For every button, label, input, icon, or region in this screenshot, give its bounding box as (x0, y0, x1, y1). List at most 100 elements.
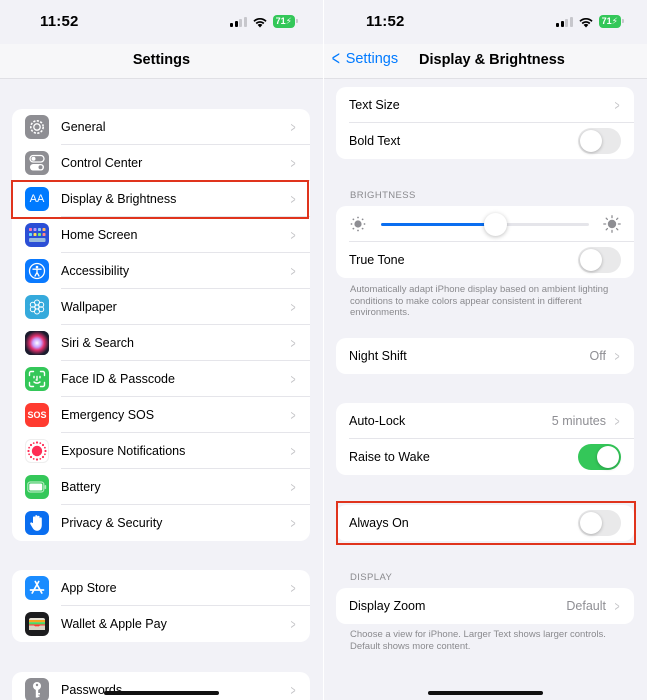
cellular-signal-icon (556, 16, 573, 27)
chevron-right-icon: > (290, 155, 296, 171)
brightness-slider-row (336, 206, 634, 242)
bold-text-row: Bold Text (336, 123, 634, 159)
settings-item-siri-search[interactable]: Siri & Search > (12, 325, 310, 361)
display-header: DISPLAY (350, 572, 393, 583)
back-label: Settings (345, 51, 399, 67)
sos-icon: SOS (25, 403, 49, 427)
display-zoom-group: Display Zoom Default > (336, 588, 634, 624)
hand-icon (25, 511, 49, 535)
home-indicator[interactable] (428, 691, 543, 695)
settings-item-emergency-sos[interactable]: SOS Emergency SOS > (12, 397, 310, 433)
settings-item-general[interactable]: General > (12, 109, 310, 145)
status-bar: 11:52 71⚡ (324, 0, 647, 44)
face-id-icon (25, 367, 49, 391)
settings-item-label: Accessibility (61, 264, 130, 278)
raise-to-wake-row: Raise to Wake (336, 439, 634, 475)
settings-item-label: Control Center (61, 156, 143, 170)
settings-group-main: General > Control Center > AA Display & Brigh… (12, 109, 310, 541)
gear-icon (25, 115, 49, 139)
switches-icon (25, 151, 49, 175)
chevron-right-icon: > (290, 407, 296, 423)
raise-to-wake-toggle[interactable] (578, 444, 621, 470)
back-button[interactable]: < Settings (330, 49, 399, 69)
chevron-right-icon: > (290, 191, 296, 207)
battery-icon (25, 475, 49, 499)
always-on-group: Always On (336, 505, 634, 541)
true-tone-toggle[interactable] (578, 247, 621, 273)
lock-group: Auto-Lock 5 minutes > Raise to Wake (336, 403, 634, 475)
exposure-icon (25, 439, 49, 463)
settings-item-label: Wallpaper (61, 300, 117, 314)
nav-bar: Settings (0, 44, 323, 79)
siri-icon (25, 331, 49, 355)
settings-item-label: Home Screen (61, 228, 138, 242)
settings-item-privacy-security[interactable]: Privacy & Security > (12, 505, 310, 541)
chevron-right-icon: > (290, 371, 296, 387)
settings-item-battery[interactable]: Battery > (12, 469, 310, 505)
chevron-right-icon: > (290, 263, 296, 279)
settings-item-label: General (61, 120, 106, 134)
brightness-header: BRIGHTNESS (350, 190, 416, 201)
always-on-toggle[interactable] (578, 510, 621, 536)
true-tone-description: Automatically adapt iPhone display based… (350, 284, 609, 318)
chevron-right-icon: > (290, 682, 296, 698)
settings-group-passwords: Passwords > (12, 672, 310, 700)
chevron-right-icon: > (290, 479, 296, 495)
chevron-right-icon: > (290, 299, 296, 315)
chevron-right-icon: > (290, 515, 296, 531)
wifi-icon (253, 17, 267, 27)
auto-lock-value: 5 minutes (551, 414, 606, 428)
page-title: Settings (132, 52, 191, 68)
chevron-right-icon: > (614, 413, 620, 429)
text-settings-group: Text Size > Bold Text (336, 87, 634, 159)
brightness-thumb[interactable] (484, 213, 508, 236)
battery-indicator: 71⚡ (598, 15, 625, 28)
settings-item-label: Battery (61, 480, 101, 494)
battery-indicator: 71⚡ (272, 15, 299, 28)
settings-item-display-brightness[interactable]: AA Display & Brightness > (12, 181, 310, 217)
app-store-icon (25, 576, 49, 600)
settings-item-wallet-apple-pay[interactable]: Wallet & Apple Pay > (12, 606, 310, 642)
settings-item-app-store[interactable]: App Store > (12, 570, 310, 606)
bold-text-toggle[interactable] (578, 128, 621, 154)
page-title: Display & Brightness (419, 52, 565, 68)
status-time: 11:52 (366, 13, 405, 30)
chevron-right-icon: > (290, 616, 296, 632)
night-shift-value: Off (589, 349, 606, 363)
chevron-right-icon: > (290, 443, 296, 459)
home-indicator[interactable] (104, 691, 219, 695)
app-grid-icon (25, 223, 49, 247)
always-on-row: Always On (336, 505, 634, 541)
brightness-slider[interactable] (381, 213, 589, 236)
settings-item-passwords[interactable]: Passwords > (12, 672, 310, 700)
settings-item-control-center[interactable]: Control Center > (12, 145, 310, 181)
night-shift-row[interactable]: Night Shift Off > (336, 338, 634, 374)
nav-bar: < Settings Display & Brightness (324, 44, 647, 79)
settings-item-face-id-passcode[interactable]: Face ID & Passcode > (12, 361, 310, 397)
settings-item-accessibility[interactable]: Accessibility > (12, 253, 310, 289)
chevron-right-icon: > (290, 227, 296, 243)
accessibility-icon (25, 259, 49, 283)
settings-item-label: Privacy & Security (61, 516, 163, 530)
text-size-icon: AA (25, 187, 49, 211)
settings-item-exposure-notifications[interactable]: Exposure Notifications > (12, 433, 310, 469)
display-zoom-row[interactable]: Display Zoom Default > (336, 588, 634, 624)
sun-small-icon (350, 216, 366, 232)
sun-large-icon (603, 215, 621, 233)
display-brightness-panel: 11:52 71⚡ < Settings Display & Brightnes… (324, 0, 647, 700)
settings-item-wallpaper[interactable]: Wallpaper > (12, 289, 310, 325)
wallet-icon (25, 612, 49, 636)
key-icon (25, 678, 49, 700)
settings-item-home-screen[interactable]: Home Screen > (12, 217, 310, 253)
chevron-right-icon: > (290, 580, 296, 596)
status-time: 11:52 (40, 13, 79, 30)
night-shift-group: Night Shift Off > (336, 338, 634, 374)
true-tone-row: True Tone (336, 242, 634, 278)
wifi-icon (579, 17, 593, 27)
text-size-row[interactable]: Text Size > (336, 87, 634, 123)
settings-item-label: App Store (61, 581, 117, 595)
chevron-right-icon: > (614, 598, 620, 614)
settings-item-label: Face ID & Passcode (61, 372, 175, 386)
display-zoom-value: Default (566, 599, 606, 613)
auto-lock-row[interactable]: Auto-Lock 5 minutes > (336, 403, 634, 439)
